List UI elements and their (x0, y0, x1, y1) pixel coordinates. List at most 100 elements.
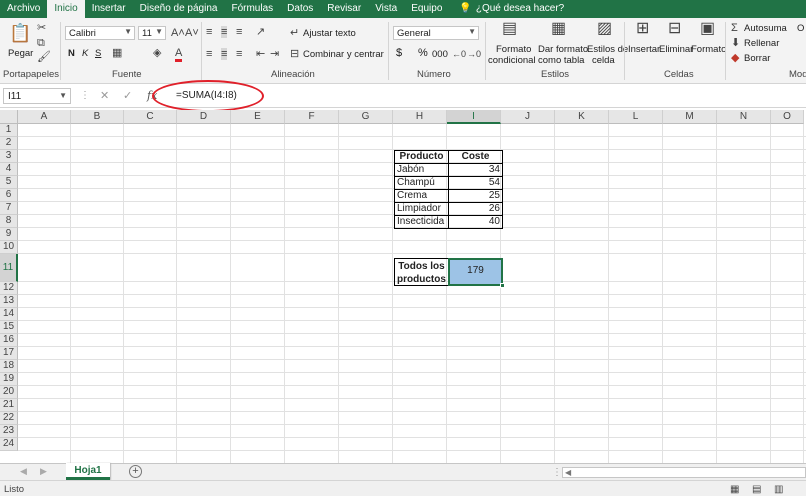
font-name-combo[interactable]: Calibri ▼ (65, 26, 135, 40)
conditional-format-icon[interactable]: ▤ (502, 21, 517, 37)
row-header[interactable]: 15 (0, 321, 18, 334)
worksheet-grid[interactable]: Producto Coste Jabón 34 Champú 54 Crema … (18, 124, 806, 463)
wrap-text-button[interactable]: Ajustar texto (303, 28, 356, 39)
cell-cost[interactable]: 40 (448, 215, 503, 229)
total-label-cell[interactable]: Todos los productos (394, 258, 449, 286)
conditional-format-label-2[interactable]: condicional (488, 55, 536, 66)
cell-product[interactable]: Insecticida (394, 215, 449, 229)
cell-styles-icon[interactable]: ▨ (597, 21, 612, 37)
column-header[interactable]: E (231, 110, 285, 124)
column-header[interactable]: D (177, 110, 231, 124)
align-right-icon[interactable]: ≡ (236, 48, 242, 60)
percent-button[interactable]: % (418, 48, 428, 59)
page-break-view-icon[interactable]: ▥ (774, 484, 783, 495)
row-header[interactable]: 9 (0, 228, 18, 241)
row-header[interactable]: 14 (0, 308, 18, 321)
row-header[interactable]: 19 (0, 373, 18, 386)
tell-me-box[interactable]: 💡 ¿Qué desea hacer? (449, 0, 570, 18)
cancel-icon[interactable]: ✕ (100, 89, 109, 102)
format-painter-icon[interactable]: 🖌 (37, 51, 51, 63)
row-header[interactable]: 24 (0, 438, 18, 451)
fill-button[interactable]: Rellenar (744, 38, 779, 49)
select-all-corner[interactable] (0, 110, 18, 124)
font-color-icon[interactable]: A (175, 47, 183, 62)
scroll-left-icon[interactable]: ◀ (20, 466, 27, 477)
row-header[interactable]: 8 (0, 215, 18, 228)
cell-cost[interactable]: 34 (448, 163, 503, 177)
font-size-combo[interactable]: 11 ▼ (138, 26, 166, 40)
cell-cost[interactable]: 25 (448, 189, 503, 203)
column-header[interactable]: K (555, 110, 609, 124)
row-header[interactable]: 7 (0, 202, 18, 215)
sort-filter-button[interactable]: O (797, 23, 804, 34)
format-cells-icon[interactable]: ▣ (700, 21, 715, 37)
sheet-tab-hoja1[interactable]: Hoja1 (66, 463, 110, 480)
fill-color-icon[interactable]: ◈ (153, 47, 161, 59)
insert-cells-icon[interactable]: ⊞ (636, 21, 649, 37)
tab-datos[interactable]: Datos (280, 0, 320, 18)
tab-equipo[interactable]: Equipo (404, 0, 449, 18)
table-header-cost[interactable]: Coste (448, 150, 503, 164)
cell-product[interactable]: Champú (394, 176, 449, 190)
column-header[interactable]: J (501, 110, 555, 124)
clear-button[interactable]: Borrar (744, 53, 770, 64)
cell-styles-label-2[interactable]: celda (592, 55, 615, 66)
column-header[interactable]: O (771, 110, 804, 124)
row-header[interactable]: 4 (0, 163, 18, 176)
cell-product[interactable]: Jabón (394, 163, 449, 177)
align-bottom-icon[interactable]: ≡ (236, 26, 242, 38)
cell-product[interactable]: Limpiador (394, 202, 449, 216)
table-format-label-2[interactable]: como tabla (538, 55, 584, 66)
tab-insertar[interactable]: Insertar (85, 0, 133, 18)
column-header[interactable]: H (393, 110, 447, 124)
row-header[interactable]: 20 (0, 386, 18, 399)
scroll-left-arrow-icon[interactable]: ◀ (565, 468, 571, 477)
currency-button[interactable]: $ (396, 48, 402, 59)
column-header[interactable]: L (609, 110, 663, 124)
cell-styles-label-1[interactable]: Estilos de (587, 44, 628, 55)
increase-decimal-icon[interactable]: ←0 (452, 48, 466, 60)
horizontal-scrollbar[interactable]: ◀ (562, 467, 806, 478)
number-format-combo[interactable]: General ▼ (393, 26, 479, 40)
row-header[interactable]: 3 (0, 150, 18, 163)
tab-vista[interactable]: Vista (368, 0, 404, 18)
column-header[interactable]: N (717, 110, 771, 124)
cut-icon[interactable]: ✂ (37, 22, 46, 34)
merge-center-button[interactable]: Combinar y centrar (303, 49, 384, 60)
autosum-icon[interactable]: Σ (731, 22, 738, 34)
eraser-icon[interactable]: ◆ (731, 52, 739, 64)
decrease-decimal-icon[interactable]: →0 (467, 48, 481, 60)
autosum-button[interactable]: Autosuma (744, 23, 787, 34)
fill-icon[interactable]: ⬇ (731, 37, 740, 49)
cell-product[interactable]: Crema (394, 189, 449, 203)
shrink-font-icon[interactable]: A˅ (185, 27, 199, 39)
conditional-format-label-1[interactable]: Formato (496, 44, 531, 55)
row-header[interactable]: 5 (0, 176, 18, 189)
paste-button[interactable]: Pegar (8, 48, 33, 59)
row-header[interactable]: 11 (0, 254, 18, 282)
merge-center-icon[interactable]: ⊟ (290, 48, 299, 60)
insert-cells-button[interactable]: Insertar (628, 44, 660, 55)
row-header[interactable]: 12 (0, 282, 18, 295)
table-format-label-1[interactable]: Dar formato (538, 44, 588, 55)
normal-view-icon[interactable]: ▦ (730, 484, 739, 495)
italic-button[interactable]: K (82, 48, 88, 59)
decrease-indent-icon[interactable]: ⇤ (256, 48, 265, 60)
row-header[interactable]: 23 (0, 425, 18, 438)
underline-button[interactable]: S (95, 48, 101, 59)
align-left-icon[interactable]: ≡ (206, 48, 212, 60)
row-header[interactable]: 16 (0, 334, 18, 347)
page-layout-view-icon[interactable]: ▤ (752, 484, 761, 495)
column-header[interactable]: C (124, 110, 177, 124)
cell-cost[interactable]: 26 (448, 202, 503, 216)
tab-diseno-pagina[interactable]: Diseño de página (133, 0, 225, 18)
column-header[interactable]: F (285, 110, 339, 124)
wrap-text-icon[interactable]: ↵ (290, 27, 299, 39)
delete-cells-button[interactable]: Eliminar (659, 44, 693, 55)
row-header[interactable]: 18 (0, 360, 18, 373)
grow-font-icon[interactable]: A˄ (171, 27, 185, 39)
tab-archivo[interactable]: Archivo (0, 0, 47, 18)
cell-cost[interactable]: 54 (448, 176, 503, 190)
column-header[interactable]: I (447, 110, 501, 124)
tab-revisar[interactable]: Revisar (320, 0, 368, 18)
